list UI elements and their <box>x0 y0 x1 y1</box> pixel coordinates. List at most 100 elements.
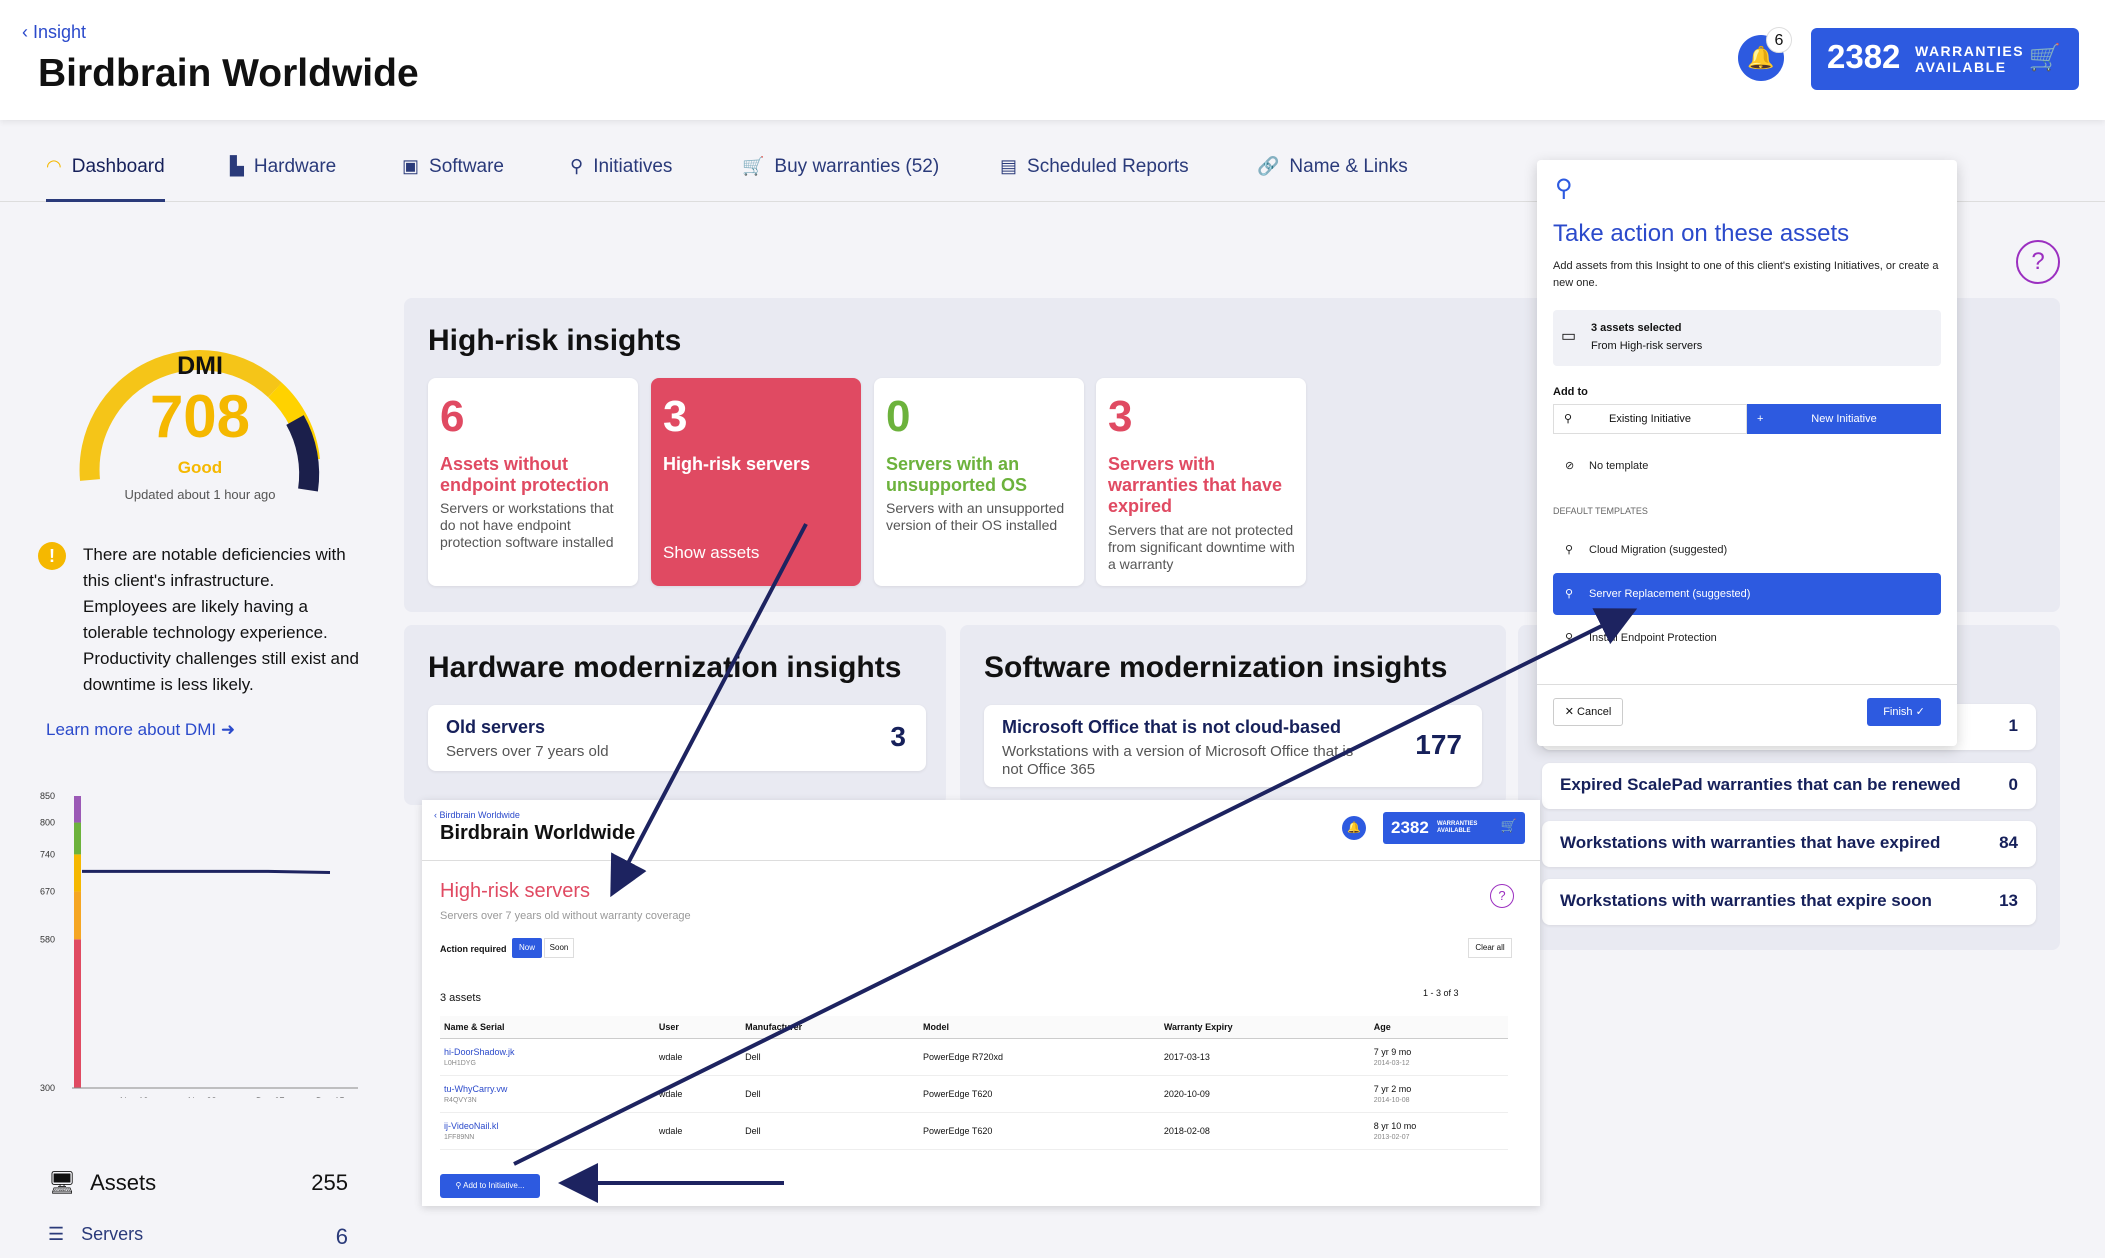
existing-initiative-toggle[interactable]: ⚲ Existing Initiative <box>1553 404 1747 434</box>
template-cloud-migration[interactable]: ⚲ Cloud Migration (suggested) <box>1553 530 1941 570</box>
dmi-band <box>74 891 81 940</box>
servers-label: Servers <box>81 1224 144 1244</box>
show-assets-link[interactable]: Show assets <box>663 544 853 561</box>
insight-card-expired-warranties[interactable]: 3 Servers with warranties that have expi… <box>1096 378 1306 586</box>
y-tick-label: 800 <box>40 818 55 828</box>
software-item-office[interactable]: Microsoft Office that is not cloud-based… <box>984 705 1482 787</box>
link-icon: 🔗 <box>1257 156 1280 176</box>
item-value: 177 <box>1415 729 1462 760</box>
assets-summary[interactable]: 🖥 Assets 255 <box>48 1170 348 1196</box>
close-icon: ✕ <box>1564 706 1578 718</box>
assets-icon: 🖥 <box>48 1170 76 1195</box>
column-header[interactable]: Warranty Expiry <box>1159 1016 1370 1039</box>
tab-hardware[interactable]: ▙ Hardware <box>230 156 336 202</box>
tab-initiatives[interactable]: ⚲ Initiatives <box>570 156 672 202</box>
tab-software[interactable]: ▣ Software <box>402 156 504 202</box>
template-endpoint-protection[interactable]: ⚲ Install Endpoint Protection <box>1553 618 1941 658</box>
check-icon: ✓ <box>1912 706 1925 718</box>
document-icon: ▤ <box>1000 156 1018 176</box>
dmi-updated: Updated about 1 hour ago <box>124 487 276 502</box>
warranty-item-expire-soon[interactable]: Workstations with warranties that expire… <box>1542 879 2036 925</box>
finish-button[interactable]: Finish ✓ <box>1867 698 1941 726</box>
tab-buy-warranties[interactable]: 🛒 Buy warranties (52) <box>742 156 939 202</box>
item-value: 13 <box>1999 891 2018 910</box>
insight-title: Servers with warranties that have expire… <box>1108 454 1283 516</box>
filter-soon[interactable]: Soon <box>544 938 574 958</box>
item-title: Workstations with warranties that have e… <box>1560 833 1941 852</box>
learn-more-link[interactable]: Learn more about DMI ➜ <box>46 720 235 740</box>
hardware-panel: Hardware modernization insights Old serv… <box>404 625 946 805</box>
tab-dashboard[interactable]: ◠ Dashboard <box>46 156 165 202</box>
high-risk-title: High-risk insights <box>428 324 682 357</box>
add-to-label: Add to <box>1553 386 1588 398</box>
dmi-gauge: DMI 708 Good <box>70 290 330 500</box>
help-button[interactable]: ? <box>2016 240 2060 284</box>
column-header[interactable]: Name & Serial <box>440 1016 655 1039</box>
dmi-band <box>74 796 81 823</box>
pin-icon: ⚲ <box>1565 632 1574 644</box>
insight-title: Assets without endpoint protection <box>440 454 609 495</box>
pin-icon: ⚲ <box>455 1181 464 1190</box>
assets-label: Assets <box>90 1170 157 1195</box>
servers-value: 6 <box>335 1224 348 1249</box>
x-tick-label: Dec 15 <box>316 1096 345 1098</box>
insight-desc: Servers with an unsupported version of t… <box>886 500 1065 533</box>
new-initiative-toggle[interactable]: + New Initiative <box>1747 404 1941 434</box>
warranties-count: 2382 <box>1827 38 1901 75</box>
insight-title: High-risk servers <box>663 454 811 474</box>
tab-scheduled-reports[interactable]: ▤ Scheduled Reports <box>1000 156 1189 202</box>
pin-plus-icon: ⚲ <box>1555 175 1573 202</box>
y-tick-label: 670 <box>40 887 55 897</box>
dmi-rating: Good <box>177 458 223 477</box>
template-server-replacement[interactable]: ⚲ Server Replacement (suggested) <box>1553 573 1941 615</box>
clear-all-button[interactable]: Clear all <box>1468 938 1512 958</box>
inset-warranties-button[interactable]: 2382 WARRANTIES AVAILABLE 🛒 <box>1383 812 1525 844</box>
column-header[interactable]: User <box>654 1016 742 1039</box>
cart-icon: 🛒 <box>1500 818 1517 833</box>
inset-high-risk-servers: ‹ Birdbrain Worldwide Birdbrain Worldwid… <box>422 800 1540 1206</box>
warranty-item-expired-scalepad[interactable]: Expired ScalePad warranties that can be … <box>1542 763 2036 809</box>
insight-card-unsupported-os[interactable]: 0 Servers with an unsupported OS Servers… <box>874 378 1084 586</box>
software-icon: ▣ <box>402 156 420 176</box>
warranty-item-workstations-expired[interactable]: Workstations with warranties that have e… <box>1542 821 2036 867</box>
filter-now[interactable]: Now <box>512 938 542 958</box>
column-header[interactable]: Model <box>918 1016 1160 1039</box>
servers-summary[interactable]: ☰ Servers 6 <box>48 1224 348 1249</box>
help-button[interactable]: ? <box>1490 884 1514 908</box>
page-header: ‹ Insight Birdbrain Worldwide 🔔 6 2382 WA… <box>0 0 2105 120</box>
take-action-modal: ⚲ Take action on these assets Add assets… <box>1537 160 1957 746</box>
column-header[interactable]: Manufacturer <box>741 1016 919 1039</box>
table-row[interactable]: tu-WhyCarry.vw R4QVY3N wdale Dell PowerEdge … <box>440 1075 1508 1113</box>
warning-icon: ! <box>38 542 66 570</box>
insight-card-endpoint[interactable]: 6 Assets without endpoint protection Ser… <box>428 378 638 586</box>
insight-card-high-risk-servers[interactable]: 3 High-risk servers Show assets <box>651 378 861 586</box>
arrow-right-icon: ➜ <box>220 720 236 739</box>
column-header[interactable]: Age <box>1369 1016 1508 1039</box>
item-title: Old servers <box>446 717 546 737</box>
cancel-button[interactable]: ✕ Cancel <box>1553 698 1623 726</box>
insight-count: 3 <box>663 392 688 441</box>
warranties-button[interactable]: 2382 WARRANTIES AVAILABLE 🛒 <box>1811 28 2079 90</box>
tab-name-links[interactable]: 🔗 Name & Links <box>1257 156 1408 202</box>
cart-icon: 🛒 <box>2028 42 2061 72</box>
warranties-label: WARRANTIES AVAILABLE <box>1915 43 2025 75</box>
inset-back-link[interactable]: ‹ Birdbrain Worldwide <box>434 810 520 820</box>
selected-assets-box: ▭ 3 assets selected From High-risk serve… <box>1553 310 1941 366</box>
template-none[interactable]: ⊘ No template <box>1553 446 1941 486</box>
question-icon: ? <box>2031 248 2045 275</box>
inset-section-subtitle: Servers over 7 years old without warrant… <box>440 910 691 922</box>
y-tick-label: 300 <box>40 1083 55 1093</box>
bell-icon[interactable]: 🔔 <box>1342 816 1366 840</box>
back-link[interactable]: ‹ Insight <box>22 22 86 43</box>
x-tick-label: Nov 19 <box>120 1096 149 1098</box>
item-value: 3 <box>890 721 906 752</box>
add-to-initiative-button[interactable]: ⚲ Add to Initiative... <box>440 1174 540 1198</box>
notification-button[interactable]: 🔔 6 <box>1738 27 1792 81</box>
hardware-item-old-servers[interactable]: Old servers Servers over 7 years old 3 <box>428 705 926 771</box>
table-row[interactable]: hi-DoorShadow.jk L0H1DYG wdale Dell PowerEdg… <box>440 1038 1508 1076</box>
insight-title: Servers with an unsupported OS <box>886 454 1027 495</box>
table-row[interactable]: ij-VideoNail.kl 1FF89NN wdale Dell PowerEdge… <box>440 1112 1508 1150</box>
pin-icon: ⚲ <box>1564 413 1573 425</box>
item-value: 0 <box>2008 775 2018 794</box>
plus-icon: + <box>1757 413 1764 425</box>
